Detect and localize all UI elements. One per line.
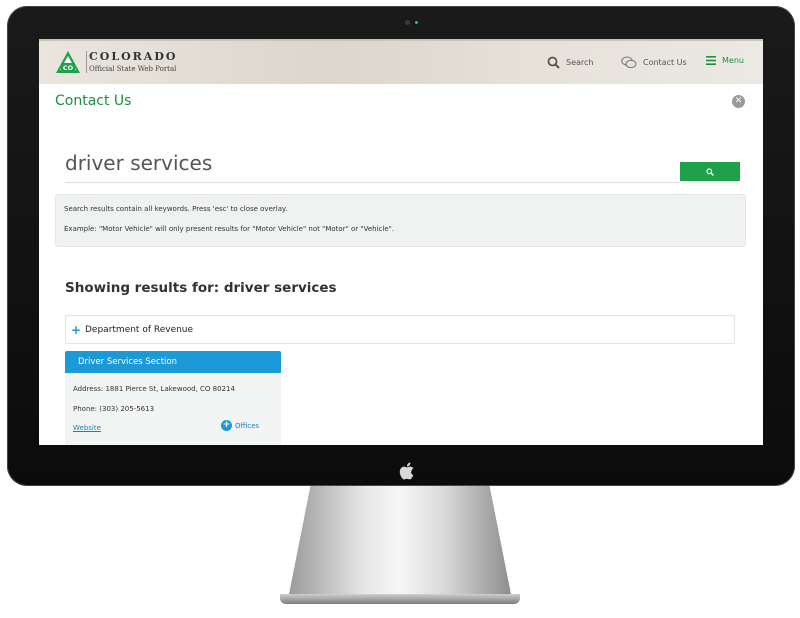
brand-title[interactable]: COLORADO [89,50,177,63]
plus-circle-icon: + [221,420,232,431]
plus-icon: + [71,322,82,337]
nav-search-label: Search [566,58,594,67]
logo-text: CO [63,64,74,72]
notice-line-2: Example: "Motor Vehicle" will only prese… [64,225,395,233]
search-input[interactable] [65,144,681,183]
colorado-logo-icon[interactable]: CO [55,50,81,74]
nav-menu-label: Menu [722,56,744,65]
accordion-label: Department of Revenue [85,324,194,335]
monitor-stand [288,486,512,600]
apple-logo-icon [399,462,414,480]
chat-bubbles-icon [621,56,637,69]
website-link[interactable]: Website [73,424,101,432]
card-title: Driver Services Section [78,357,177,367]
brand-subtitle: Official State Web Portal [89,65,177,73]
notice-line-1: Search results contain all keywords. Pre… [64,205,288,213]
offices-label: Offices [235,421,260,430]
camera-led [415,21,418,24]
results-heading: Showing results for: driver services [65,280,337,296]
search-button[interactable] [680,162,740,181]
nav-contact-label: Contact Us [643,58,687,67]
site-header: CO COLORADO Official State Web Portal Se… [39,39,763,84]
accordion-department-of-revenue[interactable]: + Department of Revenue [65,315,735,344]
screen: CO COLORADO Official State Web Portal Se… [39,39,763,445]
search-icon [706,167,714,176]
card-address: Address: 1881 Pierce St, Lakewood, CO 80… [73,385,235,393]
brand-divider [86,51,87,73]
close-icon[interactable]: ✕ [732,95,745,108]
card-phone: Phone: (303) 205-5613 [73,405,155,413]
search-notice: Search results contain all keywords. Pre… [55,194,746,247]
result-card: Driver Services Section Address: 1881 Pi… [65,351,281,445]
card-header: Driver Services Section [65,351,281,373]
hamburger-menu-icon [706,56,716,65]
monitor-stand-base [280,594,520,604]
camera-icon [405,20,410,25]
nav-contact[interactable]: Contact Us [621,56,687,69]
nav-menu[interactable]: Menu [706,56,744,65]
nav-search[interactable]: Search [547,56,593,69]
search-icon [547,56,560,69]
overlay-title: Contact Us [55,93,132,109]
offices-button[interactable]: + Offices [221,420,259,431]
